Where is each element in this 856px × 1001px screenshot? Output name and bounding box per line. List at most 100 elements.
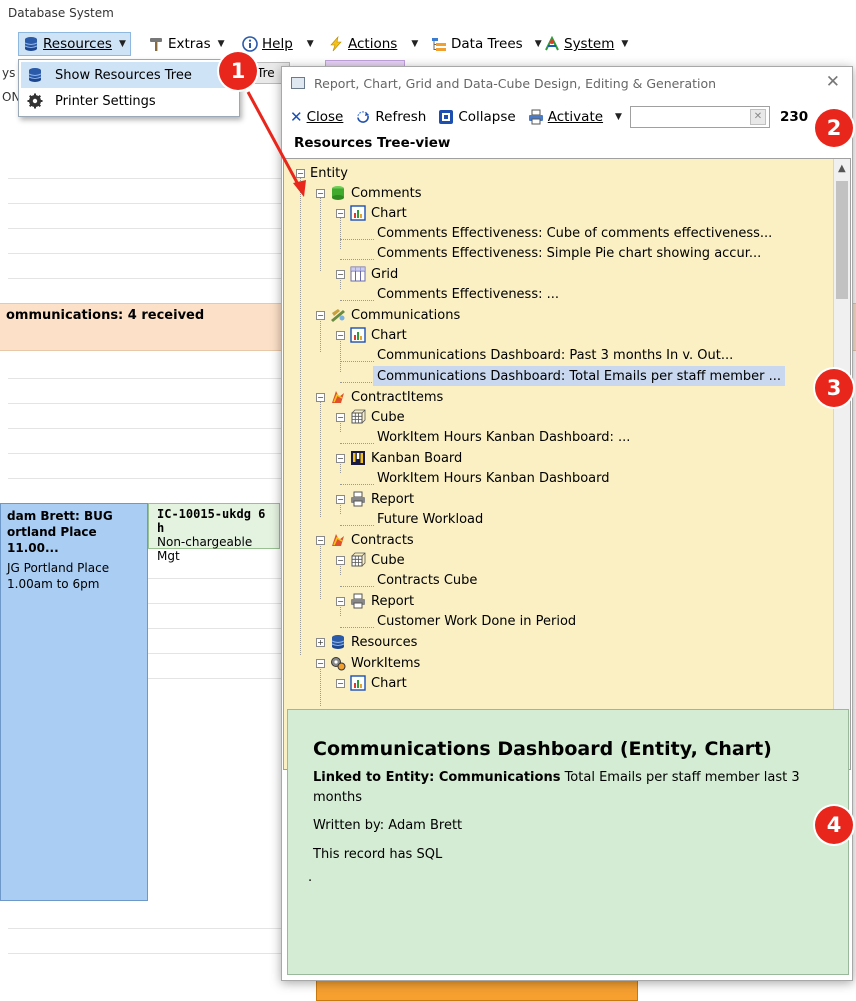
clear-search-icon[interactable]: ✕ — [749, 109, 766, 125]
menu-system[interactable]: System ▼ — [540, 32, 632, 56]
collapse-toggle-icon[interactable]: − — [316, 310, 325, 320]
tree-connector — [340, 239, 374, 240]
tree-connector — [340, 484, 374, 485]
close-icon[interactable]: ✕ — [826, 72, 840, 92]
tree-leaf[interactable]: Comments Effectiveness: Cube of comments… — [377, 223, 772, 243]
tree-node-label: Grid — [371, 266, 399, 282]
refresh-icon — [355, 109, 371, 125]
collapse-toggle-icon[interactable]: − — [336, 453, 345, 463]
tree-leaf[interactable]: Comments Effectiveness: Simple Pie chart… — [377, 243, 761, 263]
collapse-toggle-icon[interactable]: − — [316, 658, 325, 668]
grid-icon — [350, 266, 366, 282]
menu-actions[interactable]: Actions ▼ — [324, 32, 422, 56]
collapse-toggle-icon[interactable]: − — [336, 208, 345, 218]
tree-connector — [340, 300, 374, 301]
menubar: Resources ▼ Extras ▼ Help ▼ Actions ▼ Da… — [0, 30, 856, 58]
tree-node-cube[interactable]: − Cube — [336, 407, 405, 427]
collapse-toggle-icon[interactable]: − — [336, 412, 345, 422]
tree-leaf[interactable]: Comments Effectiveness: ... — [377, 284, 559, 304]
collapse-toggle-icon[interactable]: − — [336, 678, 345, 688]
tree-node-comments[interactable]: − Comments — [316, 183, 421, 203]
menu-data-trees[interactable]: Data Trees ▼ — [427, 32, 546, 56]
tree-node-label: Contracts — [351, 532, 414, 548]
activate-button[interactable]: Activate ▼ — [528, 109, 622, 125]
tree-node-label: WorkItem Hours Kanban Dashboard — [377, 470, 610, 486]
tree-node-report[interactable]: − Report — [336, 591, 414, 611]
close-button-label: Close — [306, 109, 344, 125]
tree-header: Resources Tree-view — [294, 135, 451, 151]
scroll-thumb[interactable] — [836, 181, 848, 299]
lightning-icon — [328, 36, 344, 52]
refresh-button[interactable]: Refresh — [355, 109, 426, 125]
tree-node-label: Communications Dashboard: Total Emails p… — [377, 368, 781, 384]
tree-node-label: Report — [371, 491, 415, 507]
collapse-toggle-icon[interactable]: − — [336, 596, 345, 606]
collapse-toggle-icon[interactable]: − — [316, 392, 325, 402]
tree-leaf[interactable]: WorkItem Hours Kanban Dashboard — [377, 468, 609, 488]
menu-item-printer-settings[interactable]: Printer Settings — [21, 88, 237, 114]
tree-node-label: WorkItems — [351, 655, 421, 671]
tree-node-communications[interactable]: − Communications — [316, 305, 460, 325]
tree-leaf[interactable]: Future Workload — [377, 509, 483, 529]
tree-node-label: Comments — [351, 185, 422, 201]
tree-node-workitems[interactable]: − WorkItems — [316, 653, 420, 673]
app-title: Database System — [8, 6, 114, 20]
tree-leaf[interactable]: Communications Dashboard: Past 3 months … — [377, 345, 733, 365]
menu-resources-label: Resources — [43, 36, 112, 52]
tree-node-grid[interactable]: − Grid — [336, 264, 398, 284]
left-strip-text: ys — [2, 66, 16, 80]
tree-node-chart[interactable]: − Chart — [336, 325, 407, 345]
collapse-toggle-icon[interactable]: − — [296, 168, 305, 178]
chevron-down-icon[interactable]: ▼ — [615, 112, 622, 122]
detail-title: Communications Dashboard (Entity, Chart) — [313, 738, 772, 760]
tree-node-contractitems[interactable]: − ContractItems — [316, 387, 443, 407]
tree-node-cube[interactable]: − Cube — [336, 550, 405, 570]
chevron-down-icon: ▼ — [621, 39, 629, 49]
tree-node-label: Comments Effectiveness: Cube of comments… — [377, 225, 773, 241]
tree-leaf[interactable]: Customer Work Done in Period — [377, 611, 576, 631]
report-icon — [350, 491, 366, 507]
collapse-toggle-icon[interactable]: − — [316, 535, 325, 545]
close-button[interactable]: ✕ Close — [290, 108, 343, 126]
tree-connector — [340, 525, 374, 526]
tree-node-resources[interactable]: + Resources — [316, 632, 417, 652]
database-icon — [27, 67, 43, 83]
collapse-toggle-icon[interactable]: − — [336, 269, 345, 279]
menu-system-label: System — [564, 36, 615, 52]
search-input[interactable] — [630, 107, 749, 127]
tree-node-report[interactable]: − Report — [336, 489, 414, 509]
tree-leaf[interactable]: WorkItem Hours Kanban Dashboard: ... — [377, 427, 630, 447]
collapse-toggle-icon[interactable]: − — [336, 555, 345, 565]
report-icon — [350, 593, 366, 609]
info-icon — [242, 36, 258, 52]
collapse-button[interactable]: Collapse — [438, 109, 516, 125]
appointment-subtitle: Non-chargeable Mgt — [157, 535, 253, 563]
tree-scrollbar[interactable]: ▲ ▼ — [833, 159, 850, 769]
tree-connector — [340, 361, 374, 362]
expand-toggle-icon[interactable]: + — [316, 637, 325, 647]
collapse-toggle-icon[interactable]: − — [336, 330, 345, 340]
tree-node-label: Report — [371, 593, 415, 609]
x-icon: ✕ — [290, 108, 303, 126]
menu-extras[interactable]: Extras ▼ — [144, 32, 229, 56]
collapse-toggle-icon[interactable]: − — [336, 494, 345, 504]
gear-icon — [27, 93, 43, 109]
collapse-toggle-icon[interactable]: − — [316, 188, 325, 198]
tree-node-contracts[interactable]: − Contracts — [316, 530, 414, 550]
tree-node-chart[interactable]: − Chart — [336, 673, 407, 693]
appointment-adam-brett[interactable]: dam Brett: BUG ortland Place 11.00... JG… — [0, 503, 148, 901]
tree-leaf-selected[interactable]: Communications Dashboard: Total Emails p… — [373, 366, 785, 386]
tree-node-entity[interactable]: − Entity — [296, 163, 348, 183]
appointment-ic-10015[interactable]: IC-10015-ukdg 6 h Non-chargeable Mgt — [148, 503, 280, 563]
tree-node-kanban[interactable]: − Kanban Board — [336, 448, 462, 468]
menu-resources[interactable]: Resources ▼ — [18, 32, 131, 56]
menu-help[interactable]: Help ▼ — [238, 32, 318, 56]
menu-item-show-resources-tree[interactable]: Show Resources Tree — [21, 62, 237, 88]
tree-leaf[interactable]: Contracts Cube — [377, 570, 477, 590]
workitems-icon — [330, 655, 346, 671]
scroll-up-icon[interactable]: ▲ — [838, 163, 846, 174]
tree-connector — [320, 400, 321, 517]
tree-connector — [320, 543, 321, 599]
tree-node-chart[interactable]: − Chart — [336, 203, 407, 223]
detail-panel: Communications Dashboard (Entity, Chart)… — [287, 709, 849, 975]
